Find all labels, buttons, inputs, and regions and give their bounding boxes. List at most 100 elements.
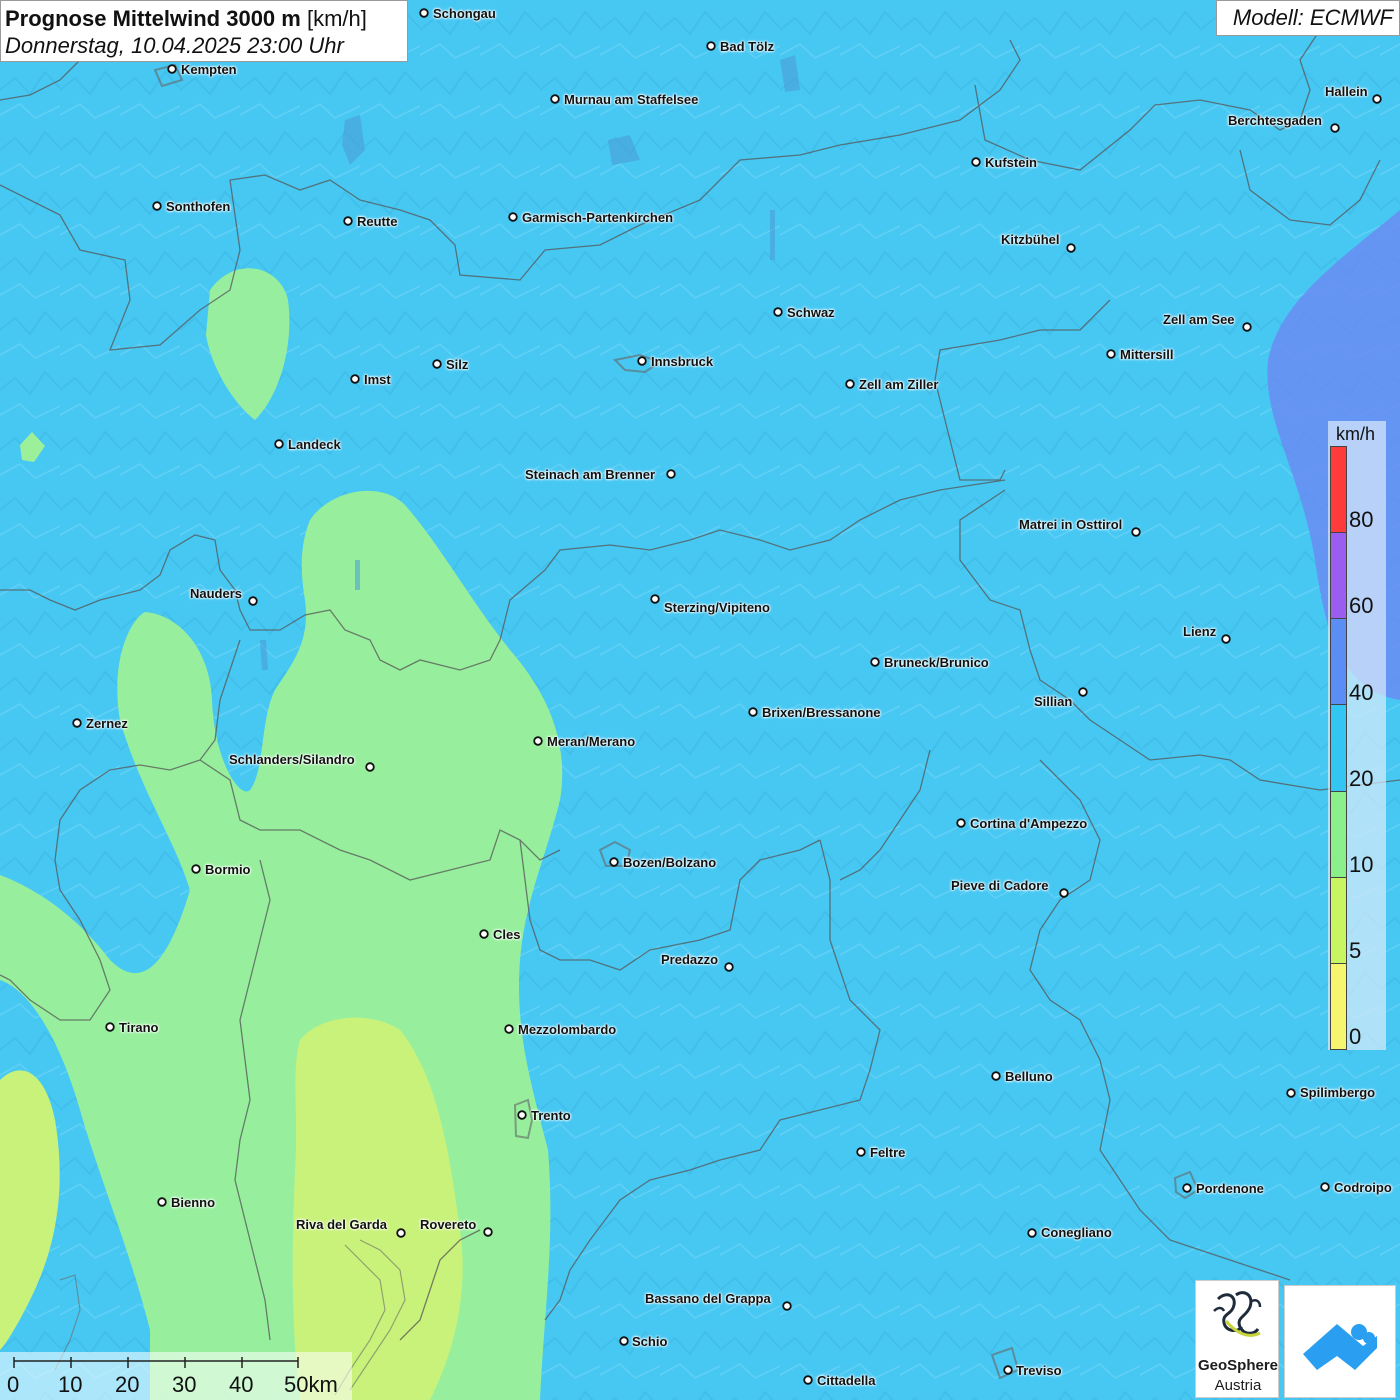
place-marker: [274, 439, 284, 449]
place-marker: [432, 359, 442, 369]
scale-label: 40: [229, 1372, 254, 1397]
place-marker: [365, 762, 375, 772]
legend-segment: [1331, 447, 1346, 534]
legend-segment: [1331, 877, 1346, 964]
place-marker: [1066, 243, 1076, 253]
place-marker: [343, 216, 353, 226]
place-marker: [191, 864, 201, 874]
place-label: Hallein: [1325, 84, 1368, 99]
place-label: Berchtesgaden: [1228, 113, 1322, 128]
place-marker: [1027, 1228, 1037, 1238]
place-marker: [1182, 1183, 1192, 1193]
place-marker: [856, 1147, 866, 1157]
place-label: Schongau: [433, 6, 496, 21]
place-label: Bassano del Grappa: [645, 1291, 771, 1306]
place-label: Meran/Merano: [547, 734, 636, 749]
place-label: Innsbruck: [651, 354, 714, 369]
place-label: Pieve di Cadore: [951, 878, 1049, 893]
place-marker: [1221, 634, 1231, 644]
place-label: Sonthofen: [166, 199, 231, 214]
place-label: Kufstein: [985, 155, 1037, 170]
place-label: Bormio: [205, 862, 251, 877]
weather-app-logo[interactable]: [1284, 1285, 1396, 1398]
place-label: Schlanders/Silandro: [229, 752, 355, 767]
scale-label: 20: [115, 1372, 140, 1397]
legend-segment: [1331, 533, 1346, 620]
place-marker: [991, 1071, 1001, 1081]
legend-label: 40: [1349, 680, 1374, 705]
place-label: Schwaz: [787, 305, 835, 320]
place-label: Garmisch-Partenkirchen: [522, 210, 674, 225]
place-label: Zell am See: [1163, 312, 1235, 327]
place-marker: [1286, 1088, 1296, 1098]
place-marker: [870, 657, 880, 667]
scale-label: 10: [58, 1372, 83, 1397]
scale-label: 50km: [284, 1372, 338, 1397]
place-marker: [167, 64, 177, 74]
place-marker: [773, 307, 783, 317]
place-label: Reutte: [357, 214, 398, 229]
place-label: Treviso: [1016, 1363, 1062, 1378]
place-marker: [1242, 322, 1252, 332]
place-label: Lienz: [1183, 624, 1217, 639]
legend-label: 20: [1349, 766, 1374, 791]
place-label: Feltre: [870, 1145, 906, 1160]
legend-segment: [1331, 791, 1346, 878]
place-label: Cles: [493, 927, 521, 942]
place-label: Predazzo: [661, 952, 719, 967]
place-marker: [724, 962, 734, 972]
place-label: Trento: [531, 1108, 571, 1123]
logo-name-line2: Austria: [1214, 1377, 1262, 1394]
place-marker: [550, 94, 560, 104]
place-label: Mezzolombardo: [518, 1022, 617, 1037]
place-label: Kitzbühel: [1001, 232, 1060, 247]
place-marker: [637, 356, 647, 366]
geosphere-logo[interactable]: GeoSphere Austria: [1195, 1280, 1279, 1398]
legend-color-bar: [1330, 446, 1347, 1050]
legend-label: 60: [1349, 593, 1374, 618]
place-label: Cittadella: [817, 1373, 876, 1388]
place-label: Pordenone: [1196, 1181, 1264, 1196]
place-label: Tirano: [119, 1020, 159, 1035]
legend-label: 0: [1349, 1024, 1362, 1049]
place-marker: [609, 857, 619, 867]
legend-unit: km/h: [1336, 424, 1376, 444]
place-marker: [152, 201, 162, 211]
model-label: Modell: ECMWF: [1216, 0, 1400, 36]
place-marker: [517, 1110, 527, 1120]
place-label: Rovereto: [420, 1217, 477, 1232]
place-marker: [1106, 349, 1116, 359]
scale-label: 0: [7, 1372, 20, 1397]
place-marker: [533, 736, 543, 746]
place-label: Spilimbergo: [1300, 1085, 1376, 1100]
place-label: Kempten: [181, 62, 237, 77]
place-marker: [803, 1375, 813, 1385]
place-marker: [1372, 94, 1382, 104]
place-marker: [619, 1336, 629, 1346]
place-marker: [845, 379, 855, 389]
place-label: Steinach am Brenner: [525, 467, 656, 482]
place-label: Murnau am Staffelsee: [564, 92, 699, 107]
place-label: Bienno: [171, 1195, 216, 1210]
place-marker: [350, 374, 360, 384]
place-marker: [971, 157, 981, 167]
place-label: Brixen/Bressanone: [762, 705, 881, 720]
place-marker: [706, 41, 716, 51]
place-marker: [248, 596, 258, 606]
place-marker: [1003, 1365, 1013, 1375]
legend-segment: [1331, 705, 1346, 792]
place-label: Zell am Ziller: [859, 377, 939, 392]
logo-name-line1: GeoSphere: [1197, 1357, 1279, 1374]
place-label: Imst: [364, 372, 391, 387]
place-marker: [479, 929, 489, 939]
place-label: Landeck: [288, 437, 341, 452]
title-main: Prognose Mittelwind 3000 m: [5, 6, 301, 31]
wind-forecast-map: Prognose Mittelwind 3000 m [km/h] Donner…: [0, 0, 1400, 1400]
place-marker: [1078, 687, 1088, 697]
title-box: Prognose Mittelwind 3000 m [km/h] Donner…: [0, 0, 408, 62]
place-label: Bruneck/Brunico: [884, 655, 989, 670]
place-marker: [1320, 1182, 1330, 1192]
place-marker: [105, 1022, 115, 1032]
place-label: Sillian: [1034, 694, 1073, 709]
place-marker: [396, 1228, 406, 1238]
